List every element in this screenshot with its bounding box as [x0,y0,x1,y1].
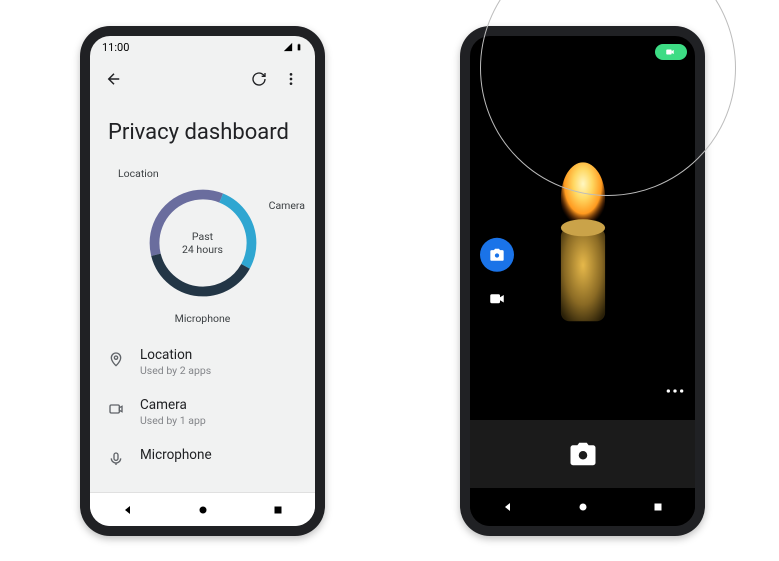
screen-privacy: 11:00 [90,36,315,526]
battery-icon [295,41,303,53]
more-horiz-icon [665,388,685,394]
page-title: Privacy dashboard [108,120,297,145]
nav-recents-button[interactable] [638,488,678,526]
phone-privacy: 11:00 [80,26,325,536]
camera-icon [489,247,505,263]
nav-back-button[interactable] [488,488,528,526]
camera-more-button[interactable] [665,379,685,398]
privacy-indicator[interactable] [655,44,687,60]
donut-label-microphone: Microphone [175,312,231,325]
status-icons [283,41,303,53]
nav-back-button[interactable] [108,493,148,526]
phone-camera [460,26,705,536]
videocam-icon [488,290,506,308]
back-button[interactable] [100,65,128,93]
refresh-button[interactable] [245,65,273,93]
permission-row-location[interactable]: Location Used by 2 apps [106,347,299,377]
mode-video-button[interactable] [486,288,508,310]
signal-icon [283,42,293,52]
donut-label-location: Location [118,167,159,180]
nav-home-button[interactable] [563,488,603,526]
overflow-button[interactable] [277,65,305,93]
permission-title: Microphone [140,447,212,463]
screen-camera [470,36,695,526]
circle-home-icon [577,501,589,513]
permission-subtitle: Used by 2 apps [140,364,211,377]
pin-icon [106,349,126,369]
permission-list: Location Used by 2 apps Camera Used by 1… [90,333,315,469]
permission-title: Camera [140,397,206,413]
usage-donut: Past 24 hours Location Camera Microphone [90,153,315,333]
nav-recents-button[interactable] [258,493,298,526]
permission-row-microphone[interactable]: Microphone [106,447,299,469]
donut-label-camera: Camera [269,199,305,212]
system-nav-bar [470,488,695,526]
page-title-block: Privacy dashboard [90,100,315,153]
camera-active-icon [663,47,677,57]
refresh-icon [251,71,267,87]
triangle-back-icon [122,504,134,516]
shutter-bar [470,420,695,488]
system-nav-bar [90,492,315,526]
square-recents-icon [652,501,664,513]
camera-icon [106,399,126,419]
shutter-button[interactable] [562,433,604,475]
more-vert-icon [283,71,299,87]
triangle-back-icon [502,501,514,513]
candle-preview-icon [538,159,628,329]
camera-icon [568,439,598,469]
arrow-back-icon [105,70,123,88]
status-clock: 11:00 [102,41,129,54]
permission-title: Location [140,347,211,363]
status-bar: 11:00 [90,36,315,58]
circle-home-icon [197,504,209,516]
mic-icon [106,449,126,469]
permission-row-camera[interactable]: Camera Used by 1 app [106,397,299,427]
app-bar [90,58,315,100]
nav-home-button[interactable] [183,493,223,526]
mode-photo-button[interactable] [480,238,514,272]
permission-subtitle: Used by 1 app [140,414,206,427]
camera-mode-rail [480,238,514,310]
square-recents-icon [272,504,284,516]
